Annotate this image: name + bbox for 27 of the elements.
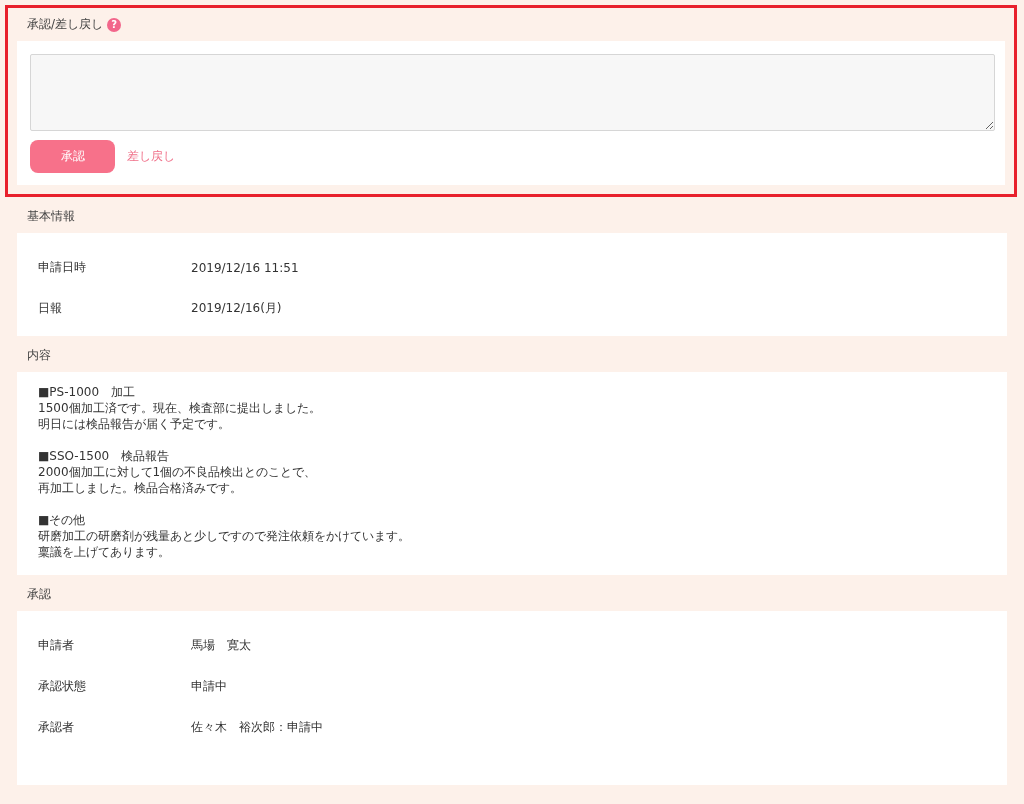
field-value: 佐々木 裕次郎：申請中 (191, 719, 323, 736)
content-line: 稟議を上げてあります。 (38, 545, 170, 559)
section-title: 承認/差し戻し (27, 16, 104, 33)
field-label: 承認者 (38, 719, 75, 736)
section-title: 内容 (27, 346, 51, 364)
content-line: 2000個加工に対して1個の不良品検出とのことで、 (38, 465, 317, 479)
content-line: 研磨加工の研磨剤が残量あと少しですので発注依頼をかけています。 (38, 529, 410, 543)
comment-field[interactable] (30, 54, 995, 131)
field-value: 申請中 (191, 678, 227, 695)
field-label: 申請日時 (38, 259, 87, 276)
content-line: ■PS-1000 加工 (38, 385, 136, 399)
content-line: ■その他 (38, 513, 86, 527)
field-value: 馬場 寛太 (191, 637, 251, 654)
field-value: 2019/12/16(月) (191, 300, 282, 317)
approve-button[interactable]: 承認 (30, 140, 115, 173)
return-link[interactable]: 差し戻し (127, 148, 175, 165)
field-label: 申請者 (38, 637, 75, 654)
content-line: 明日には検品報告が届く予定です。 (38, 417, 230, 431)
field-label: 日報 (38, 300, 63, 317)
help-icon[interactable]: ? (107, 17, 122, 32)
field-value: 2019/12/16 11:51 (191, 260, 299, 275)
section-title: 承認 (27, 585, 51, 603)
content-line: 再加工しました。検品合格済みです。 (38, 481, 242, 495)
content-line: 1500個加工済です。現在、検査部に提出しました。 (38, 401, 321, 415)
content-line: ■SSO-1500 検品報告 (38, 449, 170, 463)
field-label: 承認状態 (38, 678, 87, 695)
section-title: 基本情報 (27, 207, 75, 225)
